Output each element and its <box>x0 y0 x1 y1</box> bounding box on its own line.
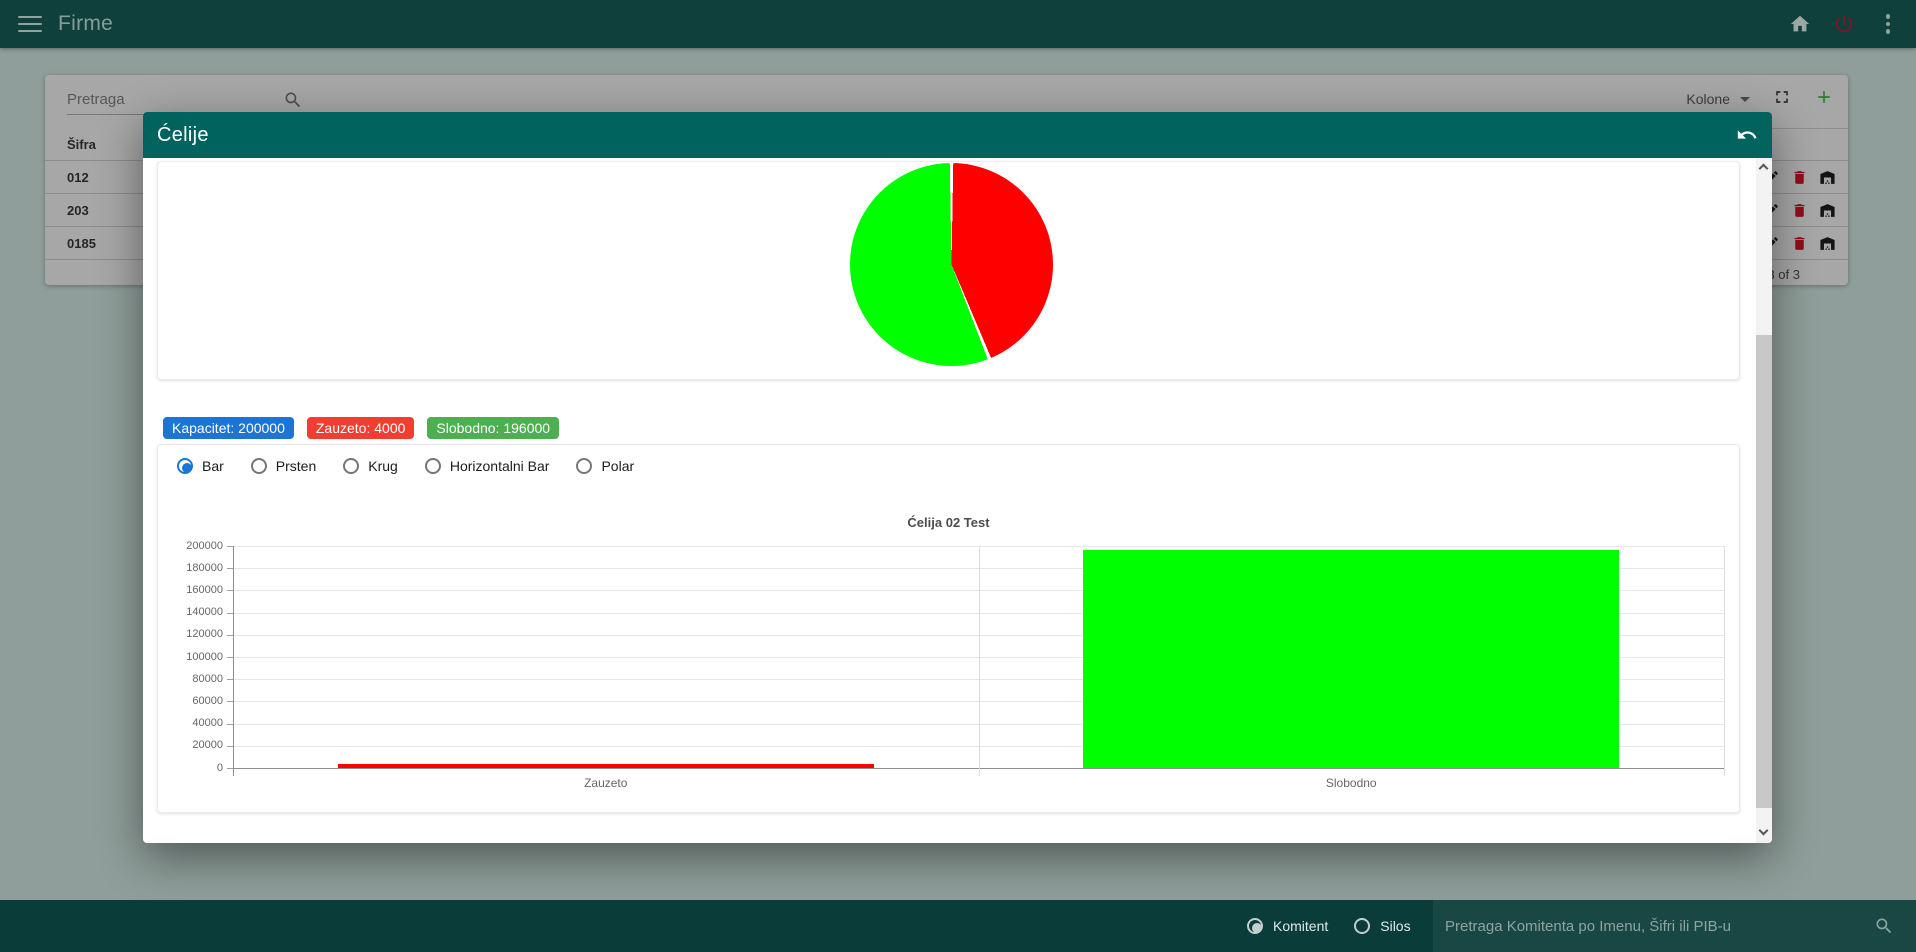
warehouse-icon[interactable] <box>1819 202 1836 219</box>
radio-selected-icon <box>177 458 193 474</box>
columns-label: Kolone <box>1686 91 1730 107</box>
modal-title: Ćelije <box>157 124 209 147</box>
radio-label: Komitent <box>1273 918 1328 934</box>
chart-type-radio-prsten[interactable]: Prsten <box>251 458 316 474</box>
radio-icon <box>251 458 267 474</box>
chart-type-radio-krug[interactable]: Krug <box>343 458 398 474</box>
celije-modal: Ćelije Kapacitet: 200000 Zauzeto: 4000 Slo… <box>143 112 1772 843</box>
y-axis-label: 140000 <box>161 606 223 618</box>
bottom-bar: Komitent Silos Pretraga Komitenta po Imen… <box>0 900 1916 952</box>
columns-dropdown[interactable]: Kolone <box>1686 91 1750 107</box>
scroll-up-icon[interactable] <box>1759 164 1769 174</box>
y-axis-label: 80000 <box>161 673 223 685</box>
bar-slobodno <box>1083 550 1619 768</box>
warehouse-icon[interactable] <box>1819 235 1836 252</box>
badges-row: Kapacitet: 200000 Zauzeto: 4000 Slobodno: … <box>163 417 559 439</box>
menu-icon[interactable] <box>18 16 42 32</box>
y-axis-label: 200000 <box>161 540 223 552</box>
scope-radio-komitent[interactable]: Komitent <box>1247 918 1328 934</box>
radio-icon <box>343 458 359 474</box>
table-search-placeholder: Pretraga <box>67 91 125 108</box>
radio-label: Bar <box>202 458 224 474</box>
y-axis-label: 160000 <box>161 584 223 596</box>
app-title: Firme <box>58 12 113 36</box>
gridline <box>233 546 234 776</box>
scrollbar-thumb[interactable] <box>1756 335 1772 808</box>
delete-icon[interactable] <box>1791 169 1808 186</box>
delete-icon[interactable] <box>1791 202 1808 219</box>
y-axis-label: 100000 <box>161 651 223 663</box>
chart-type-radio-polar[interactable]: Polar <box>576 458 634 474</box>
scope-radios: Komitent Silos <box>1247 900 1411 952</box>
app-bar: Firme <box>0 0 1916 48</box>
radio-label: Krug <box>368 458 398 474</box>
gridline <box>979 546 980 776</box>
chart-type-radio-bar[interactable]: Bar <box>177 458 224 474</box>
warehouse-icon[interactable] <box>1819 169 1836 186</box>
y-axis-label: 0 <box>161 762 223 774</box>
scroll-down-icon[interactable] <box>1759 826 1769 836</box>
table-search-input[interactable]: Pretraga <box>67 85 263 115</box>
chart-type-radios: Bar Prsten Krug Horizontalni Bar Polar <box>177 458 634 474</box>
radio-selected-icon <box>1247 918 1263 934</box>
power-icon[interactable] <box>1832 12 1856 36</box>
bottom-search-placeholder: Pretraga Komitenta po Imenu, Šifri ili P… <box>1445 918 1731 935</box>
undo-icon[interactable] <box>1736 124 1758 146</box>
radio-icon <box>576 458 592 474</box>
radio-label: Horizontalni Bar <box>450 458 550 474</box>
home-icon[interactable] <box>1788 12 1812 36</box>
bottom-search-input[interactable]: Pretraga Komitenta po Imenu, Šifri ili P… <box>1433 900 1916 952</box>
x-axis-label: Slobodno <box>979 776 1725 790</box>
radio-icon <box>1354 918 1370 934</box>
y-axis-label: 40000 <box>161 717 223 729</box>
radio-label: Silos <box>1380 918 1410 934</box>
delete-icon[interactable] <box>1791 235 1808 252</box>
gridline <box>227 768 1724 769</box>
row-actions <box>1763 202 1848 219</box>
row-actions <box>1763 169 1848 186</box>
chevron-down-icon <box>1740 97 1750 102</box>
status-badge: Kapacitet: 200000 <box>163 417 294 439</box>
bar-chart-plot: 0200004000060000800001000001200001400001… <box>233 546 1724 768</box>
status-badge: Slobodno: 196000 <box>427 417 559 439</box>
add-button[interactable] <box>1814 87 1834 112</box>
pie-chart-card <box>157 161 1740 380</box>
fullscreen-icon[interactable] <box>1772 87 1792 112</box>
y-axis-label: 120000 <box>161 628 223 640</box>
search-icon[interactable] <box>1874 916 1894 936</box>
chart-type-radio-horizontalni-bar[interactable]: Horizontalni Bar <box>425 458 550 474</box>
radio-label: Polar <box>601 458 634 474</box>
y-axis-label: 20000 <box>161 739 223 751</box>
modal-header: Ćelije <box>143 112 1772 158</box>
scope-radio-silos[interactable]: Silos <box>1354 918 1410 934</box>
row-actions <box>1763 235 1848 252</box>
y-axis-label: 60000 <box>161 695 223 707</box>
more-vert-icon[interactable] <box>1876 14 1900 34</box>
radio-label: Prsten <box>276 458 316 474</box>
gridline <box>1724 546 1725 776</box>
bar-zauzeto <box>338 764 874 768</box>
bar-chart-title: Ćelija 02 Test <box>158 515 1739 530</box>
bar-chart-card: Bar Prsten Krug Horizontalni Bar Polar Ćelij… <box>157 444 1740 813</box>
sifra-cell: 012 <box>45 170 89 185</box>
radio-icon <box>425 458 441 474</box>
sifra-cell: 0185 <box>45 236 96 251</box>
y-axis-label: 180000 <box>161 562 223 574</box>
search-icon <box>283 90 303 110</box>
modal-scrollbar[interactable] <box>1756 158 1772 843</box>
x-axis-label: Zauzeto <box>233 776 979 790</box>
sifra-cell: 203 <box>45 203 89 218</box>
status-badge: Zauzeto: 4000 <box>307 417 415 439</box>
pie-chart <box>850 163 1053 366</box>
